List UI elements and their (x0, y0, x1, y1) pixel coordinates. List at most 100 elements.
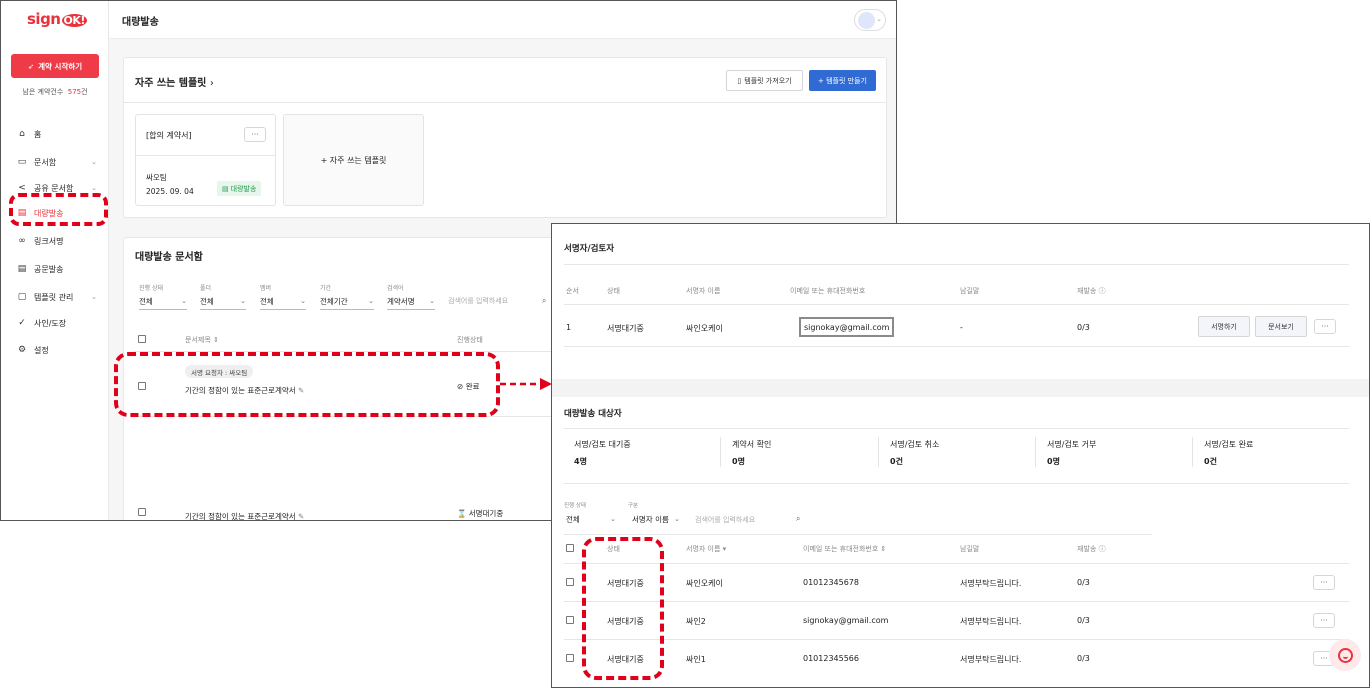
search-icon[interactable]: ⌕ (796, 514, 800, 524)
template-name: [합의 계약서] (146, 131, 192, 140)
highlight-status-column (582, 537, 664, 680)
send-icon: ➶ (27, 61, 35, 71)
filter-member-select[interactable]: 전체 ⌄ (260, 296, 306, 310)
col-status: 진행상태 (457, 336, 483, 344)
chevron-down-icon: ⌄ (368, 297, 374, 305)
status-waiting: ⌛ 서명대기중 (457, 509, 504, 518)
sidebar: sign OK! ➶ 계약 시작하기 남은 계약건수 575건 ⌂ 홈 ▭ 문서함 ⌄ … (1, 1, 109, 520)
chevron-down-icon: ⌄ (610, 515, 616, 523)
template-date: 2025. 09. 04 (146, 187, 194, 196)
col-signer-name[interactable]: 서명자 이름 ▾ (686, 544, 726, 554)
sidebar-item-documents[interactable]: ▭ 문서함 ⌄ (17, 155, 97, 169)
chat-icon (1337, 647, 1353, 663)
frequent-templates-section: 자주 쓰는 템플릿 › ▯ 템플릿 가져오기 + 템플릿 만들기 [합의 계약서]… (123, 57, 887, 218)
chat-support-button[interactable] (1329, 639, 1361, 671)
select-all-checkbox[interactable] (138, 335, 146, 343)
bulk-doc-icon: ▤ (222, 184, 229, 193)
more-options-icon[interactable]: ··· (1314, 319, 1336, 334)
template-author: 싸오팀 (146, 173, 167, 182)
document-title[interactable]: 기간의 정함이 있는 표준근로계약서 ✎ (185, 511, 305, 521)
bulk-detail-window: 서명자/검토자 순서 상태 서명자 이름 이메일 또는 휴대전화번호 남길말 재… (551, 223, 1370, 688)
user-menu[interactable]: ⌄ (854, 9, 886, 31)
add-template-card[interactable]: + 자주 쓰는 템플릿 (283, 114, 424, 206)
row-checkbox[interactable] (566, 578, 574, 586)
chevron-down-icon: ⌄ (91, 158, 97, 166)
search-icon[interactable]: ⌕ (542, 296, 546, 306)
target-status-select[interactable]: 전체 ⌄ (566, 514, 616, 528)
chevron-down-icon: ⌄ (91, 184, 97, 192)
template-icon: ▢ (17, 292, 27, 302)
bulk-box-title: 대량발송 문서함 (135, 252, 203, 263)
document-icon: ▤ (17, 264, 27, 274)
remaining-contracts: 남은 계약건수 575건 (22, 88, 88, 96)
col-resend: 재발송 ⓘ (1077, 545, 1106, 553)
stat-rejected: 서명/검토 거부 0명 (1047, 440, 1097, 466)
signers-title: 서명자/검토자 (564, 244, 615, 254)
chevron-right-icon: › (209, 78, 214, 89)
sidebar-item-settings[interactable]: ⚙ 설정 (17, 343, 97, 357)
avatar (858, 12, 875, 29)
chevron-down-icon: ⌄ (429, 297, 435, 305)
stat-cancelled: 서명/검토 취소 0건 (890, 440, 940, 466)
page-title: 대량발송 (122, 17, 159, 28)
sidebar-item-home[interactable]: ⌂ 홈 (17, 127, 97, 141)
sort-down-icon: ▾ (722, 545, 727, 553)
chevron-down-icon: ⌄ (674, 515, 680, 523)
bulk-send-badge: ▤ 대량발송 (217, 181, 262, 196)
chevron-down-icon: ⌄ (876, 15, 882, 23)
filter-keyword-type-select[interactable]: 계약서명 ⌄ (387, 296, 435, 310)
signer-status: 서명대기중 (607, 324, 644, 333)
filter-folder-select[interactable]: 전체 ⌄ (200, 296, 246, 310)
hourglass-icon: ⌛ (457, 509, 467, 518)
highlight-sidebar-bulk-send (9, 193, 108, 226)
targets-title: 대량발송 대상자 (564, 409, 622, 419)
info-icon: ⓘ (1098, 287, 1106, 295)
start-contract-button[interactable]: ➶ 계약 시작하기 (11, 54, 99, 78)
more-options-icon[interactable]: ··· (1313, 613, 1335, 628)
signers-section: 서명자/검토자 순서 상태 서명자 이름 이메일 또는 휴대전화번호 남길말 재… (552, 224, 1369, 379)
top-bar: 대량발송 ⌄ (109, 1, 896, 39)
home-icon: ⌂ (19, 129, 25, 139)
more-options-icon[interactable]: ··· (1313, 575, 1335, 590)
info-icon: ⓘ (1098, 545, 1106, 553)
sort-icon: ⇕ (213, 336, 219, 344)
target-type-select[interactable]: 서명자 이름 ⌄ (632, 514, 680, 528)
templates-title[interactable]: 자주 쓰는 템플릿 › (135, 74, 214, 89)
sidebar-item-link-sign[interactable]: ∞ 링크서명 (17, 234, 97, 248)
signature-icon: ✓ (18, 318, 26, 328)
sidebar-item-official-send[interactable]: ▤ 공문발송 (17, 262, 97, 276)
select-all-checkbox[interactable] (566, 544, 574, 552)
stat-confirmed: 계약서 확인 0명 (732, 440, 772, 466)
col-resend: 재발송 ⓘ (1077, 287, 1106, 295)
template-card[interactable]: [합의 계약서] ··· 싸오팀 2025. 09. 04 ▤ 대량발송 (135, 114, 276, 206)
filter-period-select[interactable]: 전체기간 ⌄ (320, 296, 374, 310)
view-document-button[interactable]: 문서보기 (1255, 316, 1307, 337)
sidebar-item-signature[interactable]: ✓ 사인/도장 (17, 316, 97, 330)
row-checkbox[interactable] (138, 508, 146, 516)
chevron-down-icon: ⌄ (240, 297, 246, 305)
logo[interactable]: sign OK! (27, 10, 87, 28)
share-icon: < (18, 183, 26, 193)
chevron-down-icon: ⌄ (300, 297, 306, 305)
sign-button[interactable]: 서명하기 (1198, 316, 1250, 337)
import-template-button[interactable]: ▯ 템플릿 가져오기 (726, 70, 803, 91)
target-search-input[interactable]: 검색어를 입력하세요 (695, 515, 755, 525)
row-checkbox[interactable] (566, 616, 574, 624)
link-icon: ∞ (18, 236, 26, 246)
col-document-title[interactable]: 문서제목 ⇕ (185, 335, 219, 345)
sidebar-item-template-manage[interactable]: ▢ 템플릿 관리 ⌄ (17, 290, 97, 304)
stat-waiting: 서명/검토 대기중 4명 (574, 440, 631, 466)
search-input[interactable]: 검색어를 입력하세요 (448, 296, 552, 310)
highlight-document-row (114, 352, 500, 417)
create-template-button[interactable]: + 템플릿 만들기 (809, 70, 876, 91)
signer-name: 싸인오케이 (686, 324, 723, 333)
folder-icon: ▭ (17, 157, 27, 167)
col-contact[interactable]: 이메일 또는 휴대전화번호 ⇕ (803, 544, 886, 554)
more-options-icon[interactable]: ··· (244, 127, 266, 142)
filter-status-select[interactable]: 전체 ⌄ (139, 296, 187, 310)
signer-email: signokay@gmail.com (799, 317, 895, 337)
stat-completed: 서명/검토 완료 0건 (1204, 440, 1254, 466)
row-checkbox[interactable] (566, 654, 574, 662)
edit-icon: ✎ (298, 512, 305, 521)
sort-icon: ⇕ (880, 545, 887, 553)
